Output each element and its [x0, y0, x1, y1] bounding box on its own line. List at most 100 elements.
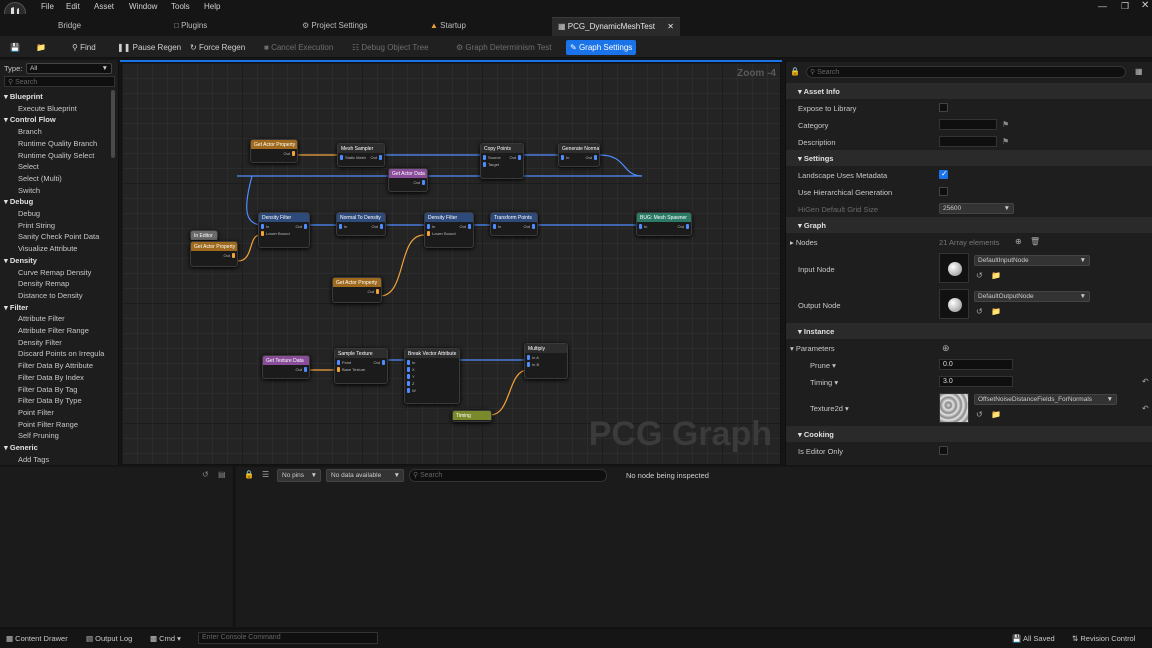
input-pin-icon[interactable]	[493, 224, 496, 229]
palette-category[interactable]: ▾ Generic	[4, 443, 38, 452]
graph-node-get-actor-data[interactable]: Get Actor Data Out	[388, 168, 428, 192]
flag-icon[interactable]: ⚑	[1002, 137, 1009, 146]
debug-object-tree-button[interactable]: ☷ Debug Object Tree	[348, 40, 433, 55]
palette-item[interactable]: Point Filter Range	[18, 420, 78, 429]
palette-item[interactable]: Runtime Quality Select	[18, 151, 94, 160]
output-pin-icon[interactable]	[382, 360, 385, 365]
palette-category[interactable]: ▾ Control Flow	[4, 115, 56, 124]
menu-help[interactable]: Help	[204, 2, 220, 11]
parameters-row[interactable]: ▾ Parameters	[790, 344, 835, 353]
graph-node-get-actor-property[interactable]: Get Actor Property Out	[332, 277, 382, 303]
output-pin-icon[interactable]	[292, 151, 295, 156]
options-icon[interactable]: ▤	[218, 470, 226, 479]
input-pin-icon[interactable]	[340, 155, 343, 160]
input-pin-icon[interactable]	[561, 155, 564, 160]
input-pin-icon[interactable]	[427, 224, 430, 229]
browse-icon[interactable]: 📁	[991, 410, 1001, 419]
section-graph[interactable]: ▾ Graph	[786, 217, 1152, 233]
graph-settings-button[interactable]: ✎ Graph Settings	[566, 40, 637, 55]
data-dropdown[interactable]: No data available ▼	[326, 469, 404, 482]
section-asset-info[interactable]: ▾ Asset Info	[786, 83, 1152, 99]
graph-node-bug-mesh-spawner[interactable]: BUG: Mesh Spawner In Out	[636, 212, 692, 236]
use-selected-icon[interactable]: ↺	[976, 307, 983, 316]
graph-node-get-actor-property[interactable]: Get Actor Property Out	[190, 241, 238, 267]
graph-node-generate-normal[interactable]: Generate Normal In Out	[558, 143, 600, 167]
type-filter-dropdown[interactable]: All ▼	[26, 63, 112, 74]
palette-item[interactable]: Self Pruning	[18, 431, 59, 440]
hierarchical-checkbox[interactable]	[939, 187, 948, 196]
timing-input[interactable]: 3.0	[939, 376, 1013, 387]
graph-node-mesh-sampler[interactable]: Mesh Sampler Static Mesh Out	[337, 143, 385, 167]
output-pin-icon[interactable]	[379, 155, 382, 160]
output-pin-icon[interactable]	[304, 224, 307, 229]
inspector-search-input[interactable]: ⚲ Search	[409, 469, 607, 482]
palette-item[interactable]: Select (Multi)	[18, 174, 62, 183]
tab-startup[interactable]: ▲ Startup	[424, 17, 472, 36]
add-element-icon[interactable]: ⊕	[1015, 237, 1022, 246]
browse-icon[interactable]: 📁	[991, 307, 1001, 316]
input-pin-icon[interactable]	[261, 224, 264, 229]
palette-item[interactable]: Visualize Attribute	[18, 244, 77, 253]
graph-node-density-filter[interactable]: Density Filter In Lower Bound Out	[258, 212, 310, 248]
revision-control-button[interactable]: ⇅ Revision Control	[1072, 634, 1135, 643]
graph-node-multiply[interactable]: Multiply In A In B	[524, 343, 568, 379]
lock-icon[interactable]: 🔒	[244, 470, 254, 479]
section-instance[interactable]: ▾ Instance	[786, 323, 1152, 339]
tab-plugins[interactable]: □ Plugins	[168, 17, 213, 36]
lock-icon[interactable]: 🔒	[790, 67, 800, 76]
trash-icon[interactable]: 🗑	[1030, 237, 1040, 246]
output-pin-icon[interactable]	[232, 253, 235, 258]
add-parameter-icon[interactable]: ⊕	[942, 343, 950, 354]
reset-icon[interactable]: ↶	[1142, 377, 1149, 386]
filter-icon[interactable]: ☰	[262, 470, 269, 479]
graph-node-transform-points[interactable]: Transform Points In Out	[490, 212, 538, 236]
palette-item[interactable]: Curve Remap Density	[18, 268, 91, 277]
palette-item[interactable]: Debug	[18, 209, 40, 218]
output-pin-icon[interactable]	[686, 224, 689, 229]
nodes-row[interactable]: ▸ Nodes	[790, 238, 818, 247]
input-pin-icon[interactable]	[639, 224, 642, 229]
tab-project-settings[interactable]: ⚙ Project Settings	[296, 17, 373, 36]
graph-node-get-texture-data[interactable]: Get Texture Data Out	[262, 355, 310, 379]
menu-asset[interactable]: Asset	[94, 2, 114, 11]
use-selected-icon[interactable]: ↺	[976, 271, 983, 280]
input-node-dropdown[interactable]: DefaultInputNode ▼	[974, 255, 1090, 266]
texture-label[interactable]: Texture2d ▾	[810, 404, 849, 413]
input-pin-icon[interactable]	[407, 374, 410, 379]
menu-edit[interactable]: Edit	[66, 2, 80, 11]
palette-item[interactable]: Runtime Quality Branch	[18, 139, 97, 148]
landscape-meta-checkbox[interactable]: ✓	[939, 169, 948, 179]
palette-item[interactable]: Execute Blueprint	[18, 104, 77, 113]
section-settings[interactable]: ▾ Settings	[786, 150, 1152, 166]
palette-search-input[interactable]: ⚲ Search	[4, 76, 115, 87]
prune-input[interactable]: 0.0	[939, 359, 1013, 370]
menu-file[interactable]: File	[41, 2, 54, 11]
graph-node-sample-texture[interactable]: Sample Texture Point Base Texture Out	[334, 348, 388, 384]
editor-only-checkbox[interactable]	[939, 446, 948, 455]
back-icon[interactable]: ↺	[202, 470, 209, 479]
palette-item[interactable]: Point Filter	[18, 408, 54, 417]
find-button[interactable]: ⚲ Find	[68, 40, 100, 55]
content-drawer-button[interactable]: ▦ Content Drawer	[6, 634, 68, 643]
cmd-dropdown[interactable]: ▩ Cmd ▾	[150, 634, 181, 643]
output-node-thumbnail[interactable]	[939, 289, 969, 319]
cancel-execution-button[interactable]: ■ Cancel Execution	[260, 40, 337, 55]
palette-item[interactable]: Filter Data By Index	[18, 373, 84, 382]
graph-canvas[interactable]: Zoom -4 Get Actor Property Out Mesh Sample…	[121, 62, 781, 465]
palette-item[interactable]: Discard Points on Irregula	[18, 349, 104, 358]
palette-item[interactable]: Select	[18, 162, 39, 171]
input-node-thumbnail[interactable]	[939, 253, 969, 283]
palette-item[interactable]: Branch	[18, 127, 42, 136]
input-pin-icon[interactable]	[339, 224, 342, 229]
palette-category[interactable]: ▾ Density	[4, 256, 37, 265]
output-pin-icon[interactable]	[422, 180, 425, 185]
palette-item[interactable]: Filter Data By Type	[18, 396, 82, 405]
graph-node-copy-points[interactable]: Copy Points Source Target Out	[480, 143, 524, 179]
palette-item[interactable]: Distance to Density	[18, 291, 83, 300]
output-pin-icon[interactable]	[518, 155, 521, 160]
close-tab-icon[interactable]: ✕	[667, 22, 674, 31]
input-pin-icon[interactable]	[407, 360, 410, 365]
palette-category[interactable]: ▾ Blueprint	[4, 92, 43, 101]
details-search-input[interactable]: ⚲ Search	[806, 66, 1126, 78]
input-pin-icon[interactable]	[337, 360, 340, 365]
